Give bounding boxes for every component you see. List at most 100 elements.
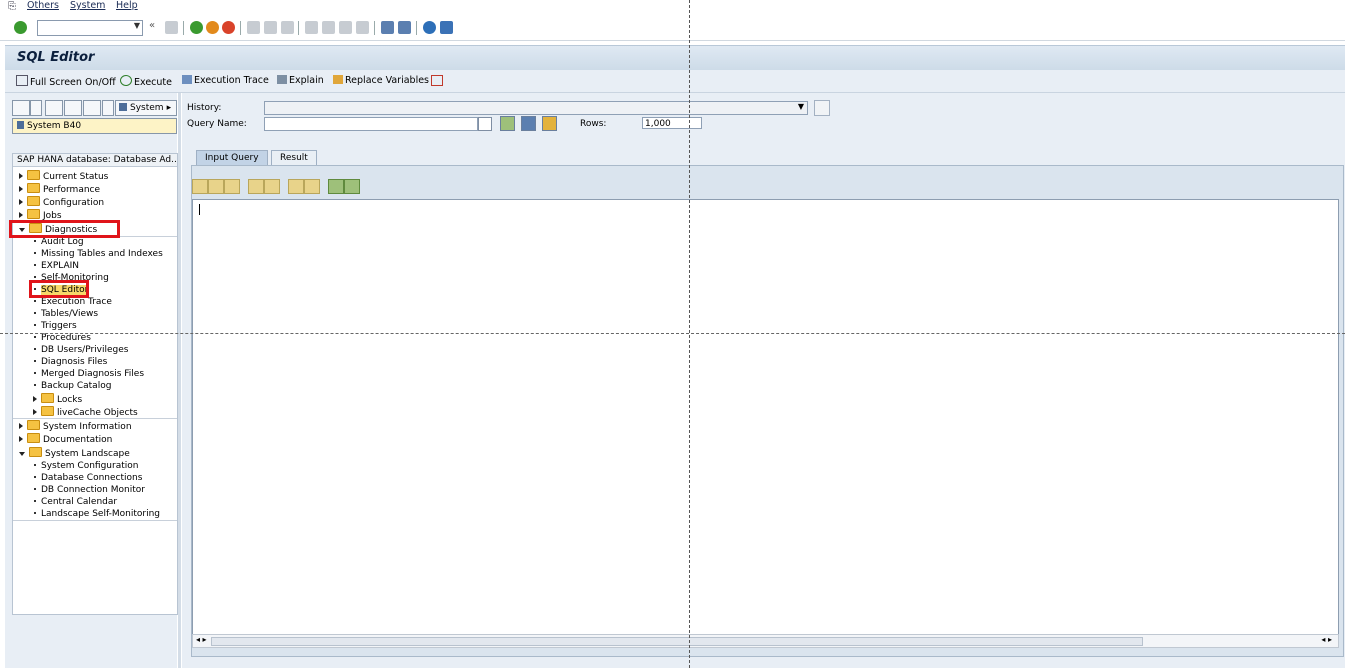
tree-leaf-landscape-self-monitoring[interactable]: Landscape Self-Monitoring bbox=[34, 508, 160, 520]
layout-icon[interactable] bbox=[12, 100, 30, 116]
previous-page-icon[interactable] bbox=[322, 21, 335, 34]
tree-node-locks[interactable]: Locks bbox=[33, 393, 82, 406]
expand-arrow-icon[interactable] bbox=[19, 199, 23, 205]
expand-arrow-icon[interactable] bbox=[19, 423, 23, 429]
undo-icon[interactable] bbox=[248, 179, 264, 194]
help-icon[interactable] bbox=[423, 21, 436, 34]
load-query-icon[interactable] bbox=[500, 116, 515, 131]
panel-splitter[interactable] bbox=[178, 93, 181, 668]
collapse-all-icon[interactable] bbox=[64, 100, 82, 116]
execute-button[interactable]: Execute bbox=[120, 75, 172, 88]
tree-leaf-merged-diagnosis-files[interactable]: Merged Diagnosis Files bbox=[34, 368, 144, 380]
standard-toolbar: ▼ « bbox=[0, 16, 1345, 41]
redo-icon[interactable] bbox=[264, 179, 280, 194]
system-field[interactable]: System B40 bbox=[12, 118, 177, 134]
tree-leaf-diagnosis-files[interactable]: Diagnosis Files bbox=[34, 356, 107, 368]
command-field[interactable]: ▼ bbox=[37, 20, 143, 36]
rows-input[interactable]: 1,000 bbox=[642, 117, 702, 129]
layout-menu-icon[interactable] bbox=[440, 21, 453, 34]
hierarchy-icon[interactable] bbox=[83, 100, 101, 116]
scrollbar-thumb[interactable] bbox=[211, 637, 1143, 646]
menu-system[interactable]: System bbox=[70, 0, 105, 11]
bullet bbox=[34, 324, 36, 326]
system-button[interactable]: System ▸ bbox=[115, 100, 177, 116]
tree-node-current-status[interactable]: Current Status bbox=[19, 170, 108, 183]
save-query-icon[interactable] bbox=[521, 116, 536, 131]
folder-icon bbox=[27, 183, 40, 193]
scroll-left-icon[interactable]: ◂ ▸ bbox=[196, 635, 207, 644]
replace-variables-button[interactable]: Replace Variables bbox=[333, 75, 429, 86]
find-icon[interactable] bbox=[288, 179, 304, 194]
explain-button[interactable]: Explain bbox=[277, 75, 324, 86]
folder-icon bbox=[27, 196, 40, 206]
fullscreen-button[interactable]: Full Screen On/Off bbox=[16, 75, 116, 88]
tree-leaf-system-configuration[interactable]: System Configuration bbox=[34, 460, 138, 472]
tree-leaf-db-connection-monitor[interactable]: DB Connection Monitor bbox=[34, 484, 145, 496]
enter-check-icon[interactable] bbox=[14, 21, 27, 34]
menu-help[interactable]: Help bbox=[116, 0, 138, 11]
find-icon[interactable] bbox=[264, 21, 277, 34]
tree-node-documentation[interactable]: Documentation bbox=[19, 433, 112, 446]
cut-icon[interactable] bbox=[192, 179, 208, 194]
explain-label: Explain bbox=[289, 75, 324, 86]
sql-editor-textarea[interactable] bbox=[192, 199, 1339, 641]
expand-arrow-icon[interactable] bbox=[33, 409, 37, 415]
scroll-right-icon[interactable]: ◂ ▸ bbox=[1321, 635, 1332, 644]
expand-arrow-icon[interactable] bbox=[19, 212, 23, 218]
last-page-icon[interactable] bbox=[356, 21, 369, 34]
tree-leaf-triggers[interactable]: Triggers bbox=[34, 320, 77, 332]
tab-result[interactable]: Result bbox=[271, 150, 317, 165]
menu-others[interactable]: Others bbox=[27, 0, 59, 11]
shortcut-icon[interactable] bbox=[398, 21, 411, 34]
horizontal-scrollbar[interactable]: ◂ ▸ ◂ ▸ bbox=[192, 634, 1339, 648]
new-session-icon[interactable] bbox=[381, 21, 394, 34]
text-cursor bbox=[199, 204, 200, 215]
import-icon[interactable] bbox=[328, 179, 344, 194]
find-next-icon[interactable] bbox=[281, 21, 294, 34]
tree-node-configuration[interactable]: Configuration bbox=[19, 196, 104, 209]
tree-node-label: System Information bbox=[43, 422, 132, 432]
tree-leaf-missing-tables[interactable]: Missing Tables and Indexes bbox=[34, 248, 163, 260]
tree-leaf-db-users[interactable]: DB Users/Privileges bbox=[34, 344, 128, 356]
save-icon[interactable] bbox=[165, 21, 178, 34]
expand-arrow-icon[interactable] bbox=[19, 186, 23, 192]
query-name-input[interactable] bbox=[264, 117, 478, 131]
expand-arrow-icon[interactable] bbox=[19, 436, 23, 442]
next-page-icon[interactable] bbox=[339, 21, 352, 34]
chevron-down-icon[interactable]: ▼ bbox=[134, 21, 140, 30]
tree-node-system-landscape[interactable]: System Landscape bbox=[19, 447, 130, 460]
export-icon[interactable] bbox=[344, 179, 360, 194]
favorite-query-icon[interactable] bbox=[542, 116, 557, 131]
collapse-icon[interactable]: « bbox=[149, 20, 155, 31]
print-icon[interactable] bbox=[247, 21, 260, 34]
find-replace-icon[interactable] bbox=[304, 179, 320, 194]
tree-leaf-tables-views[interactable]: Tables/Views bbox=[34, 308, 98, 320]
tab-input-query[interactable]: Input Query bbox=[196, 150, 268, 165]
cancel-icon[interactable] bbox=[222, 21, 235, 34]
tree-leaf-backup-catalog[interactable]: Backup Catalog bbox=[34, 380, 111, 392]
chevron-down-icon[interactable]: ▼ bbox=[798, 102, 804, 111]
exit-icon[interactable] bbox=[206, 21, 219, 34]
expand-arrow-icon[interactable] bbox=[33, 396, 37, 402]
copy-icon[interactable] bbox=[478, 117, 492, 131]
tree-leaf-explain[interactable]: EXPLAIN bbox=[34, 260, 79, 272]
history-dropdown[interactable]: ▼ bbox=[264, 101, 808, 115]
menu-icon[interactable]: ⎘ bbox=[8, 1, 16, 12]
tree-node-system-information[interactable]: System Information bbox=[19, 420, 132, 433]
first-page-icon[interactable] bbox=[305, 21, 318, 34]
dropdown-icon[interactable] bbox=[30, 100, 42, 116]
collapse-arrow-icon[interactable] bbox=[19, 452, 25, 456]
home-button[interactable] bbox=[431, 75, 445, 88]
delete-history-icon[interactable] bbox=[814, 100, 830, 116]
paste-icon[interactable] bbox=[224, 179, 240, 194]
tree-leaf-central-calendar[interactable]: Central Calendar bbox=[34, 496, 117, 508]
expand-all-icon[interactable] bbox=[45, 100, 63, 116]
expand-arrow-icon[interactable] bbox=[19, 173, 23, 179]
rows-value: 1,000 bbox=[645, 119, 671, 129]
tree-node-performance[interactable]: Performance bbox=[19, 183, 100, 196]
back-icon[interactable] bbox=[190, 21, 203, 34]
execution-trace-button[interactable]: Execution Trace bbox=[182, 75, 269, 86]
copy-icon[interactable] bbox=[208, 179, 224, 194]
dropdown-icon[interactable] bbox=[102, 100, 114, 116]
tree-leaf-database-connections[interactable]: Database Connections bbox=[34, 472, 142, 484]
